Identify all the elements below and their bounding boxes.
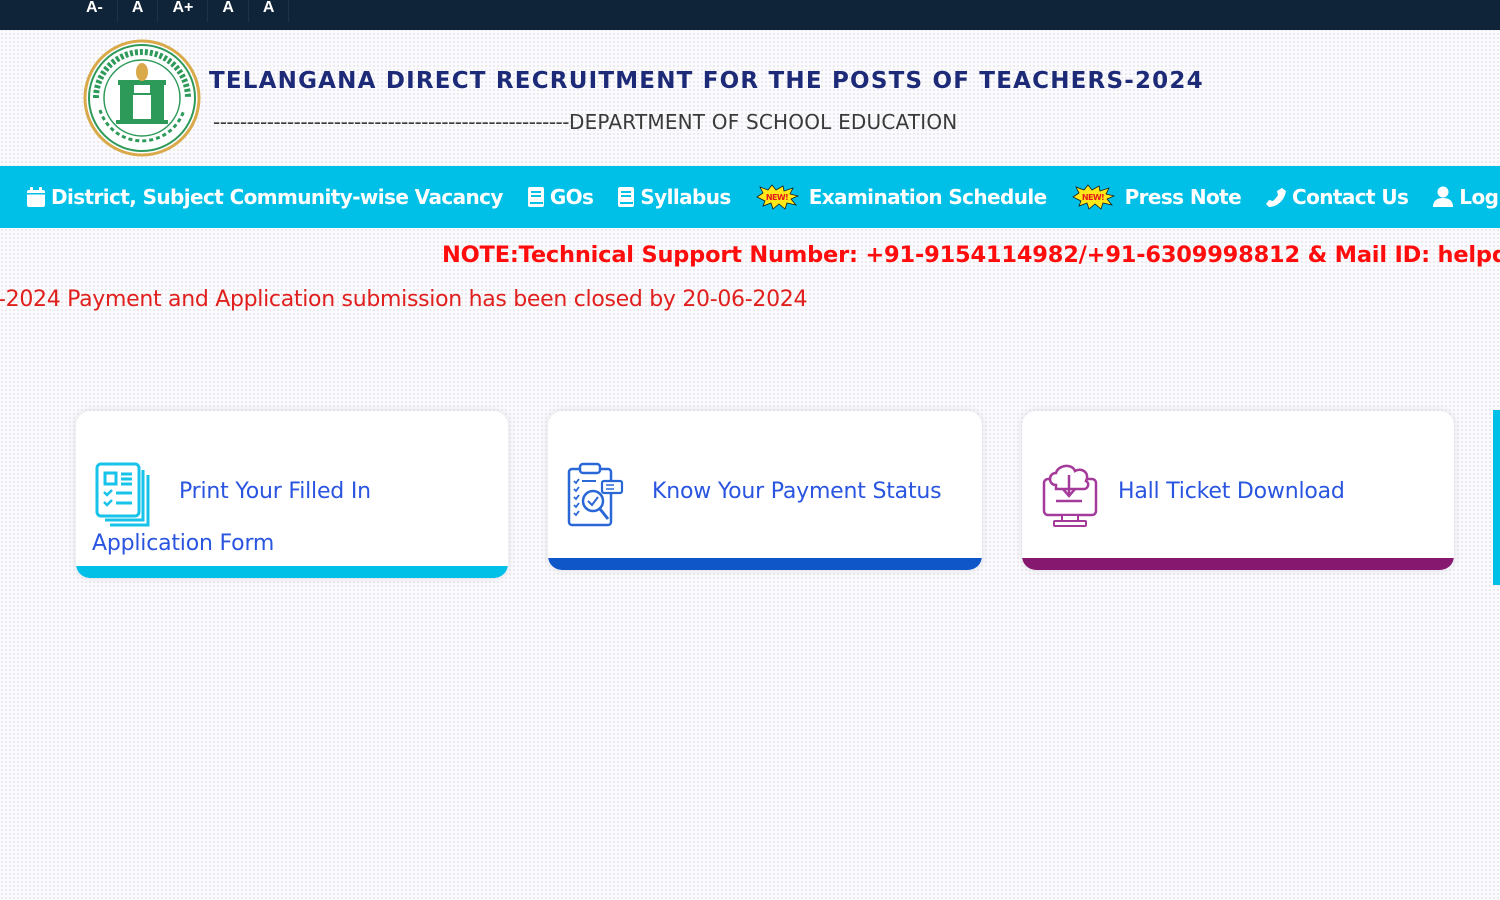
accessibility-bar: A- A A+ A A xyxy=(0,0,1500,30)
application-form-icon xyxy=(94,461,152,531)
card-accent-bar xyxy=(76,566,508,578)
new-badge-icon: NEW! xyxy=(755,184,799,210)
svg-text:NEW!: NEW! xyxy=(1081,193,1103,202)
nav-contact-us-label: Contact Us xyxy=(1292,185,1409,209)
print-application-form-card[interactable]: Print Your Filled In Application Form xyxy=(76,411,508,578)
calendar-icon xyxy=(26,186,46,208)
nav-examination-schedule-label: Examination Schedule xyxy=(808,185,1047,209)
technical-support-notice: NOTE:Technical Support Number: +91-91541… xyxy=(442,242,1500,268)
nav-gos[interactable]: GOs xyxy=(527,185,594,209)
book-icon xyxy=(527,186,545,208)
nav-log-in[interactable]: Log In xyxy=(1432,185,1500,209)
hall-ticket-download-icon xyxy=(1042,463,1100,531)
application-closed-notice: -2024 Payment and Application submission… xyxy=(0,287,808,312)
nav-log-in-label: Log In xyxy=(1459,185,1500,209)
font-size-controls: A- A A+ A A xyxy=(72,0,290,30)
nav-press-note[interactable]: NEW! Press Note xyxy=(1071,184,1242,210)
card-accent-bar xyxy=(548,558,982,570)
main-nav: District, Subject Community-wise Vacancy… xyxy=(0,166,1500,228)
partial-card-edge[interactable] xyxy=(1493,410,1500,585)
nav-examination-schedule[interactable]: NEW! Examination Schedule xyxy=(755,184,1047,210)
theme-dark-button[interactable]: A xyxy=(249,0,290,22)
font-normal-button[interactable]: A xyxy=(118,0,159,22)
user-icon xyxy=(1432,186,1454,208)
card-label: Hall Ticket Download xyxy=(1118,479,1345,504)
subtitle-dashes: ----------------------------------------… xyxy=(213,110,570,134)
card-label-line2: Application Form xyxy=(92,531,275,556)
font-increase-button[interactable]: A+ xyxy=(158,0,209,22)
phone-icon xyxy=(1265,186,1287,208)
theme-light-button[interactable]: A xyxy=(208,0,249,22)
card-label-line1: Print Your Filled In xyxy=(179,479,371,504)
payment-status-card[interactable]: Know Your Payment Status xyxy=(548,411,982,570)
svg-text:NEW!: NEW! xyxy=(766,193,788,202)
hall-ticket-download-card[interactable]: Hall Ticket Download xyxy=(1022,411,1454,570)
nav-syllabus-label: Syllabus xyxy=(640,185,731,209)
font-decrease-button[interactable]: A- xyxy=(72,0,118,22)
card-label: Know Your Payment Status xyxy=(652,479,942,504)
book-icon xyxy=(617,186,635,208)
nav-press-note-label: Press Note xyxy=(1124,185,1242,209)
site-header: TELANGANA DIRECT RECRUITMENT FOR THE POS… xyxy=(0,30,1500,166)
nav-vacancy[interactable]: District, Subject Community-wise Vacancy xyxy=(26,185,503,209)
department-subtitle: ----------------------------------------… xyxy=(213,110,957,134)
new-badge-icon: NEW! xyxy=(1071,184,1115,210)
telangana-emblem-logo[interactable] xyxy=(82,38,202,158)
nav-gos-label: GOs xyxy=(549,185,594,209)
payment-status-clipboard-icon xyxy=(566,461,626,531)
nav-contact-us[interactable]: Contact Us xyxy=(1265,185,1409,209)
page-title: TELANGANA DIRECT RECRUITMENT FOR THE POS… xyxy=(209,68,1204,94)
nav-syllabus[interactable]: Syllabus xyxy=(617,185,731,209)
department-name: DEPARTMENT OF SCHOOL EDUCATION xyxy=(569,110,958,134)
card-accent-bar xyxy=(1022,558,1454,570)
nav-vacancy-label: District, Subject Community-wise Vacancy xyxy=(51,185,503,209)
